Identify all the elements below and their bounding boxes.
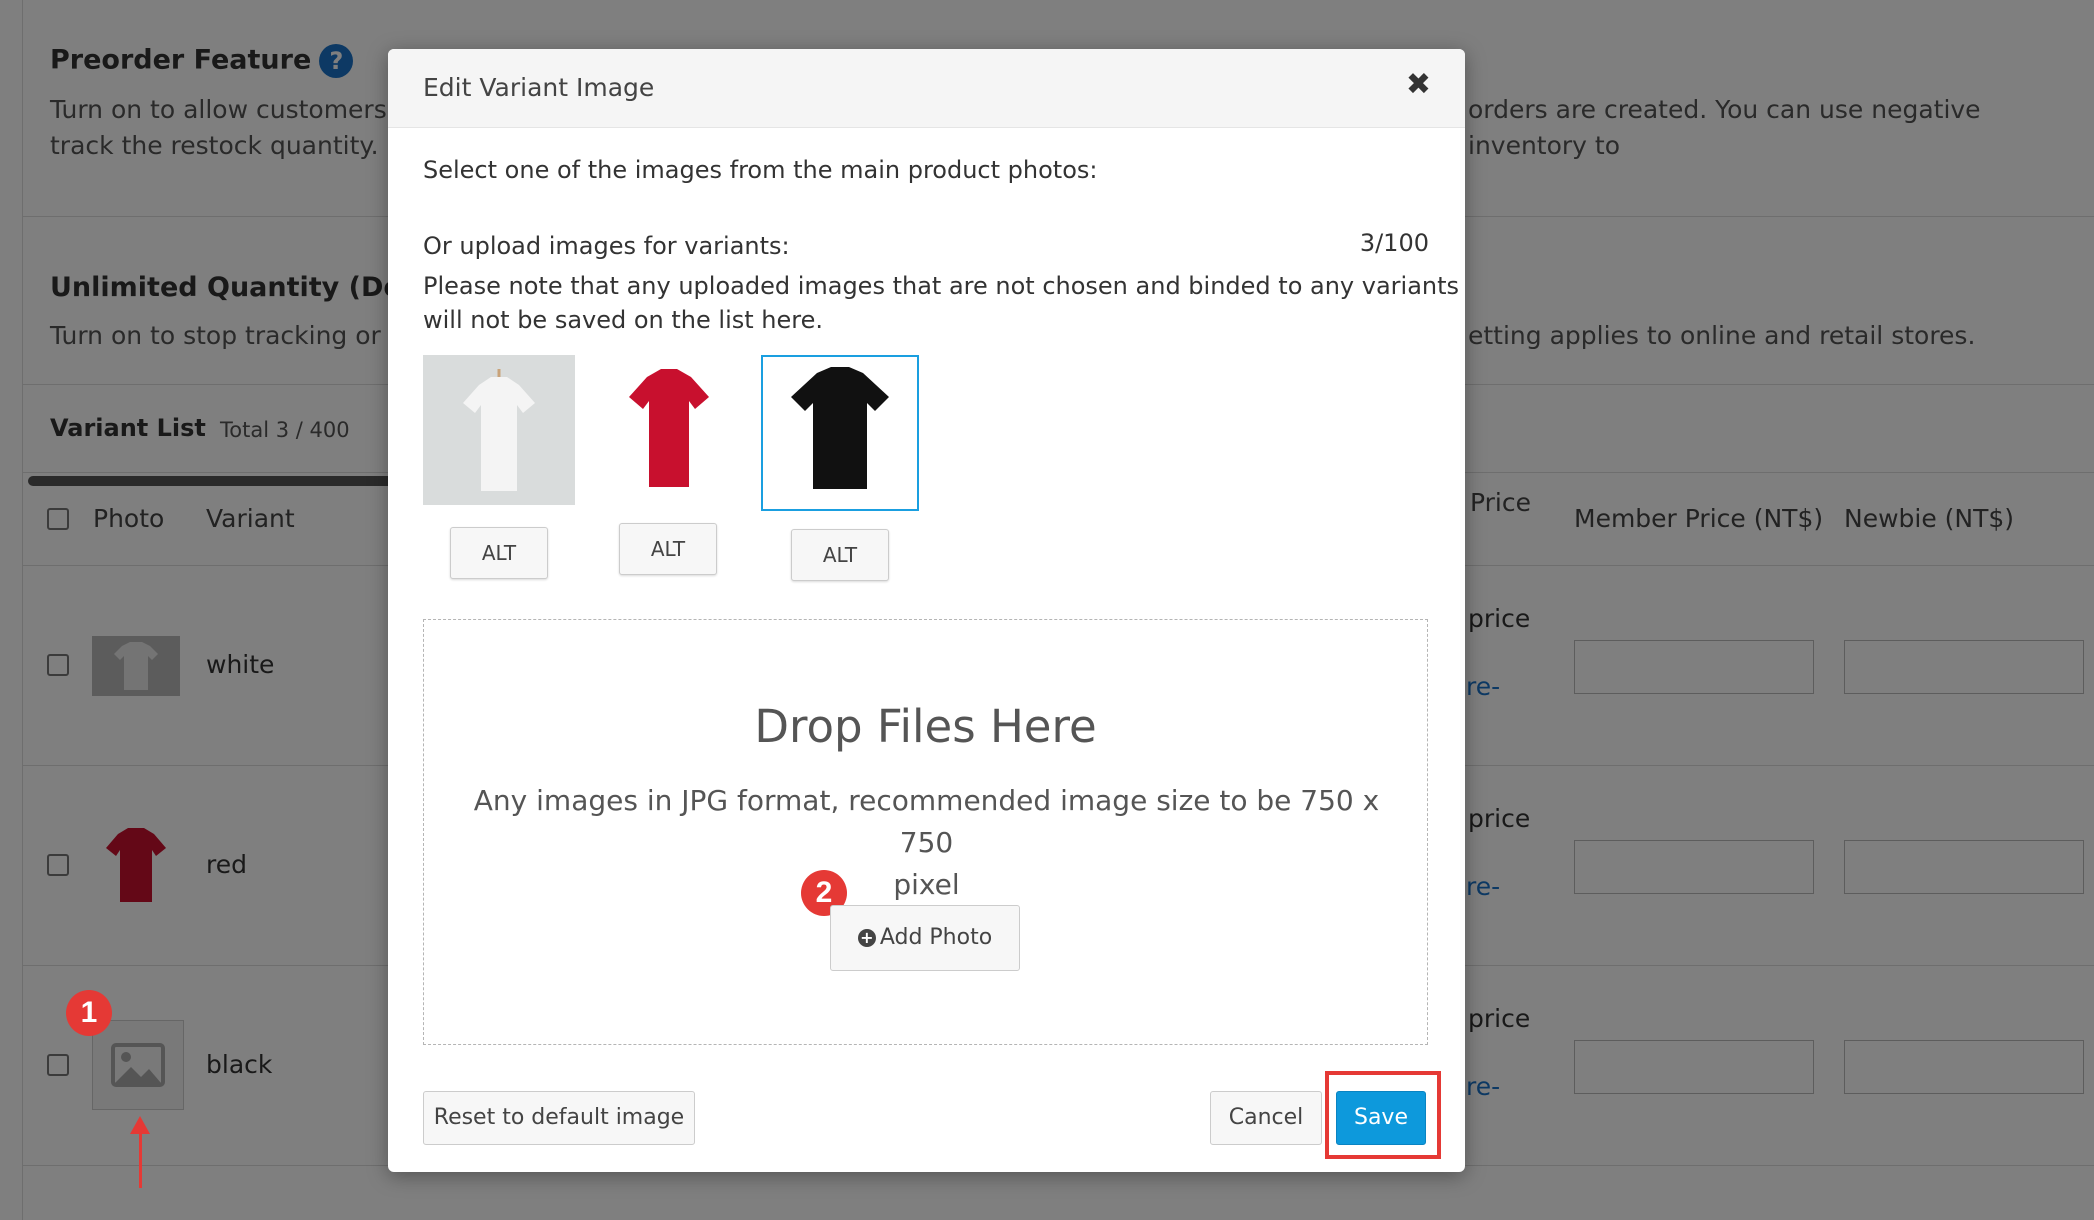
close-icon[interactable]: ✖ xyxy=(1406,67,1431,102)
add-photo-label: Add Photo xyxy=(879,925,993,950)
dropzone-title: Drop Files Here xyxy=(754,700,1097,753)
drop-zone[interactable]: Drop Files Here Any images in JPG format… xyxy=(423,619,1428,1045)
note-line-1: Please note that any uploaded images tha… xyxy=(423,272,1460,300)
edit-variant-image-modal: Edit Variant Image ✖ Select one of the i… xyxy=(388,49,1465,1172)
alt-button[interactable]: ALT xyxy=(450,527,548,579)
add-photo-button[interactable]: + Add Photo xyxy=(830,905,1020,971)
cancel-button[interactable]: Cancel xyxy=(1210,1091,1322,1145)
save-highlight-box xyxy=(1325,1071,1441,1159)
tshirt-white-icon xyxy=(423,355,575,505)
upload-instructions: Or upload images for variants: xyxy=(423,232,790,260)
reset-default-image-button[interactable]: Reset to default image xyxy=(423,1091,695,1145)
plus-circle-icon: + xyxy=(857,929,876,947)
product-image-black-selected[interactable] xyxy=(761,355,919,511)
tshirt-red-icon xyxy=(629,369,709,487)
alt-button[interactable]: ALT xyxy=(619,523,717,575)
dropzone-desc-line1: Any images in JPG format, recommended im… xyxy=(473,784,1380,859)
product-image-red[interactable] xyxy=(593,355,745,505)
note-line-2: will not be saved on the list here. xyxy=(423,306,823,334)
dropzone-description: Any images in JPG format, recommended im… xyxy=(464,780,1389,906)
tshirt-black-icon xyxy=(791,367,889,489)
select-instructions: Select one of the images from the main p… xyxy=(423,156,1098,184)
modal-title: Edit Variant Image xyxy=(423,73,655,102)
alt-button[interactable]: ALT xyxy=(791,529,889,581)
upload-count: 3/100 xyxy=(1359,229,1429,257)
dropzone-desc-line2: pixel xyxy=(893,868,960,901)
modal-header: Edit Variant Image ✖ xyxy=(388,49,1465,128)
product-image-white[interactable] xyxy=(423,355,575,505)
annotation-badge-1: 1 xyxy=(66,990,112,1036)
annotation-arrow xyxy=(139,1130,142,1188)
